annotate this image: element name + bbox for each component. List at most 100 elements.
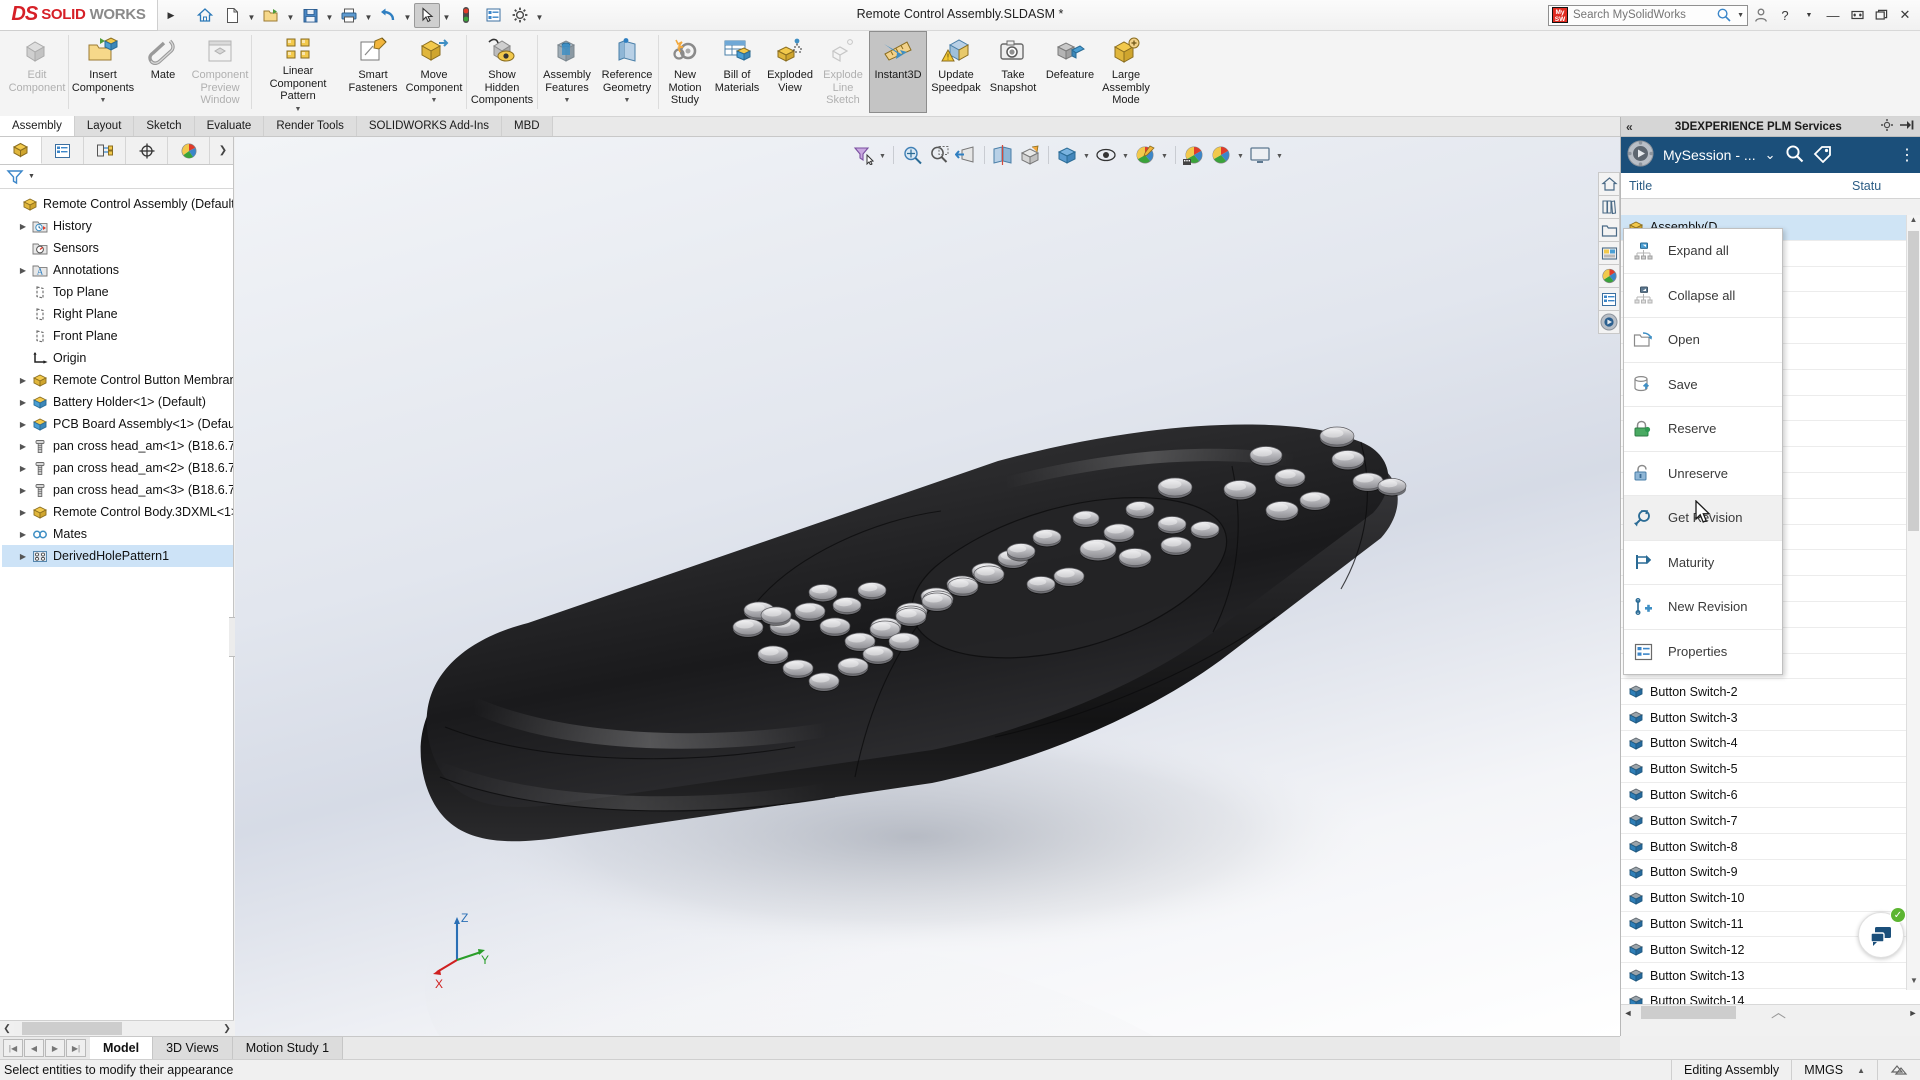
context-menu-item-open[interactable]: Open: [1624, 318, 1782, 363]
tree-node[interactable]: ▶ PCB Board Assembly<1> (Default): [2, 413, 233, 435]
expand-arrow-icon[interactable]: ▶: [16, 552, 30, 561]
plm-session-label[interactable]: MySession - ...: [1663, 147, 1756, 163]
tab-mbd[interactable]: MBD: [502, 116, 553, 136]
plm-scroll-thumb[interactable]: [1908, 231, 1919, 531]
search-icon[interactable]: [1716, 7, 1732, 23]
expand-arrow-icon[interactable]: ▶: [16, 442, 30, 451]
ribbon-button-new-motion-study[interactable]: New Motion Study: [659, 31, 711, 113]
help-icon[interactable]: ?: [1774, 3, 1796, 27]
tab-sketch[interactable]: Sketch: [134, 116, 195, 136]
tree-node[interactable]: ▶ pan cross head_am<2> (B18.6.7M: [2, 457, 233, 479]
remote-control-3d-model[interactable]: Z X Y: [235, 137, 1620, 1036]
tab-layout[interactable]: Layout: [74, 116, 135, 136]
help-dropdown-icon[interactable]: ▼: [1798, 3, 1820, 27]
3dexperience-marketplace-icon[interactable]: [1598, 310, 1620, 334]
section-view-icon[interactable]: [990, 142, 1016, 167]
filter-dropdown-icon[interactable]: ▼: [28, 173, 35, 180]
scroll-left-icon[interactable]: ◄: [1621, 1008, 1635, 1018]
scroll-down-icon[interactable]: ▼: [1907, 976, 1920, 990]
feature-tree-filter-bar[interactable]: ▼: [0, 165, 233, 189]
chevron-down-icon[interactable]: ⌄: [1765, 147, 1776, 163]
plm-list-row[interactable]: Button Switch-10: [1621, 886, 1920, 912]
open-dropdown-icon[interactable]: ▼: [285, 3, 296, 28]
scrollbar-track[interactable]: [14, 1022, 220, 1035]
open-icon[interactable]: [258, 3, 284, 28]
previous-view-icon[interactable]: [953, 142, 979, 167]
compass-icon[interactable]: [1627, 140, 1654, 170]
menu-expand-arrow-icon[interactable]: ▶: [158, 0, 184, 31]
next-tab-icon[interactable]: ▶: [45, 1039, 65, 1057]
tab-render-tools[interactable]: Render Tools: [264, 116, 357, 136]
context-menu-item-unreserve[interactable]: Unreserve: [1624, 452, 1782, 496]
expand-arrow-icon[interactable]: ▶: [16, 530, 30, 539]
search-dropdown-icon[interactable]: ▼: [1737, 12, 1744, 19]
ribbon-button-exploded-view[interactable]: Exploded View: [763, 31, 817, 113]
options-dropdown-icon[interactable]: ▼: [534, 3, 545, 28]
tree-node[interactable]: ▶ DerivedHolePattern1: [2, 545, 233, 567]
bottom-tab-3d-views[interactable]: 3D Views: [153, 1037, 233, 1059]
rebuild-icon[interactable]: [453, 3, 479, 28]
ribbon-button-take-snapshot[interactable]: Take Snapshot: [985, 31, 1041, 113]
file-explorer-icon[interactable]: [1598, 218, 1620, 242]
graphics-area[interactable]: Z X Y ▼ ▼ ▼ ▼ ▼ ▼: [235, 137, 1620, 1036]
context-menu-item-properties[interactable]: Properties: [1624, 630, 1782, 675]
display-style-dropdown-icon[interactable]: ▼: [1081, 142, 1092, 167]
select-filter-icon[interactable]: [850, 142, 876, 167]
tree-node[interactable]: Right Plane: [2, 303, 233, 325]
ribbon-button-instant3d[interactable]: Instant3D: [869, 31, 927, 113]
ribbon-button-bill-of-materials[interactable]: Bill of Materials: [711, 31, 763, 113]
ribbon-button-move-component[interactable]: Move Component ▼: [402, 31, 466, 113]
ribbon-button-smart-fasteners[interactable]: Smart Fasteners: [344, 31, 402, 113]
ribbon-button-linear-component-pattern[interactable]: Linear Component Pattern ▼: [252, 31, 344, 113]
appearances-icon[interactable]: [1208, 142, 1234, 167]
plm-list-row[interactable]: Button Switch-3: [1621, 705, 1920, 731]
display-panel-icon[interactable]: [1247, 142, 1273, 167]
tree-node[interactable]: ▶ Remote Control Body.3DXML<1>: [2, 501, 233, 523]
context-menu-item-save[interactable]: Save: [1624, 363, 1782, 407]
options-gear-icon[interactable]: [507, 3, 533, 28]
plm-list-row[interactable]: Button Switch-9: [1621, 860, 1920, 886]
view-orientation-icon[interactable]: [1017, 142, 1043, 167]
gear-icon[interactable]: [1880, 118, 1894, 135]
ribbon-button-insert-components[interactable]: Insert Components ▼: [69, 31, 137, 113]
select-cursor-icon[interactable]: [414, 2, 440, 28]
configuration-manager-tab[interactable]: [84, 137, 126, 164]
apply-scene-icon[interactable]: [1181, 142, 1207, 167]
display-style-icon[interactable]: [1054, 142, 1080, 167]
double-chevron-left-icon[interactable]: «: [1626, 120, 1633, 134]
tab-evaluate[interactable]: Evaluate: [194, 116, 265, 136]
column-title[interactable]: Title: [1621, 179, 1852, 193]
undo-dropdown-icon[interactable]: ▼: [402, 3, 413, 28]
property-manager-tab[interactable]: [42, 137, 84, 164]
new-document-dropdown-icon[interactable]: ▼: [246, 3, 257, 28]
ribbon-dropdown-icon[interactable]: ▼: [564, 95, 571, 108]
tree-node[interactable]: ▶ Remote Control Button Membrane: [2, 369, 233, 391]
bottom-tab-model[interactable]: Model: [90, 1037, 154, 1059]
previous-tab-icon[interactable]: ◀: [24, 1039, 44, 1057]
view-settings-dropdown-icon[interactable]: ▼: [1159, 142, 1170, 167]
overlay-status-icon[interactable]: [1877, 1059, 1920, 1080]
new-document-icon[interactable]: [219, 3, 245, 28]
search-input[interactable]: [1573, 9, 1693, 21]
hide-show-items-icon[interactable]: [1093, 142, 1119, 167]
dimxpert-manager-tab[interactable]: [126, 137, 168, 164]
plm-list-row[interactable]: Button Switch-6: [1621, 783, 1920, 809]
expand-arrow-icon[interactable]: ▶: [16, 464, 30, 473]
minimize-button[interactable]: —: [1822, 3, 1844, 27]
select-filter-dropdown-icon[interactable]: ▼: [877, 142, 888, 167]
tab-assembly[interactable]: Assembly: [0, 116, 75, 136]
tree-node[interactable]: ▶ pan cross head_am<3> (B18.6.7M: [2, 479, 233, 501]
tree-node[interactable]: Remote Control Assembly (Default): [2, 193, 233, 215]
context-menu-item-get-revision[interactable]: Get Revision: [1624, 496, 1782, 541]
tab-solidworks-add-ins[interactable]: SOLIDWORKS Add-Ins: [356, 116, 503, 136]
maximize-button[interactable]: [1870, 3, 1892, 27]
save-icon[interactable]: [297, 3, 323, 28]
ribbon-button-update-speedpak[interactable]: ! Update Speedpak: [927, 31, 985, 113]
user-account-icon[interactable]: [1750, 3, 1772, 27]
restore-down-button[interactable]: [1846, 3, 1868, 27]
expand-arrow-icon[interactable]: ▶: [16, 486, 30, 495]
scrollbar-thumb[interactable]: [22, 1022, 122, 1035]
plm-list-row[interactable]: Button Switch-13: [1621, 963, 1920, 989]
appearances-dropdown-icon[interactable]: ▼: [1235, 142, 1246, 167]
undo-icon[interactable]: [375, 3, 401, 28]
